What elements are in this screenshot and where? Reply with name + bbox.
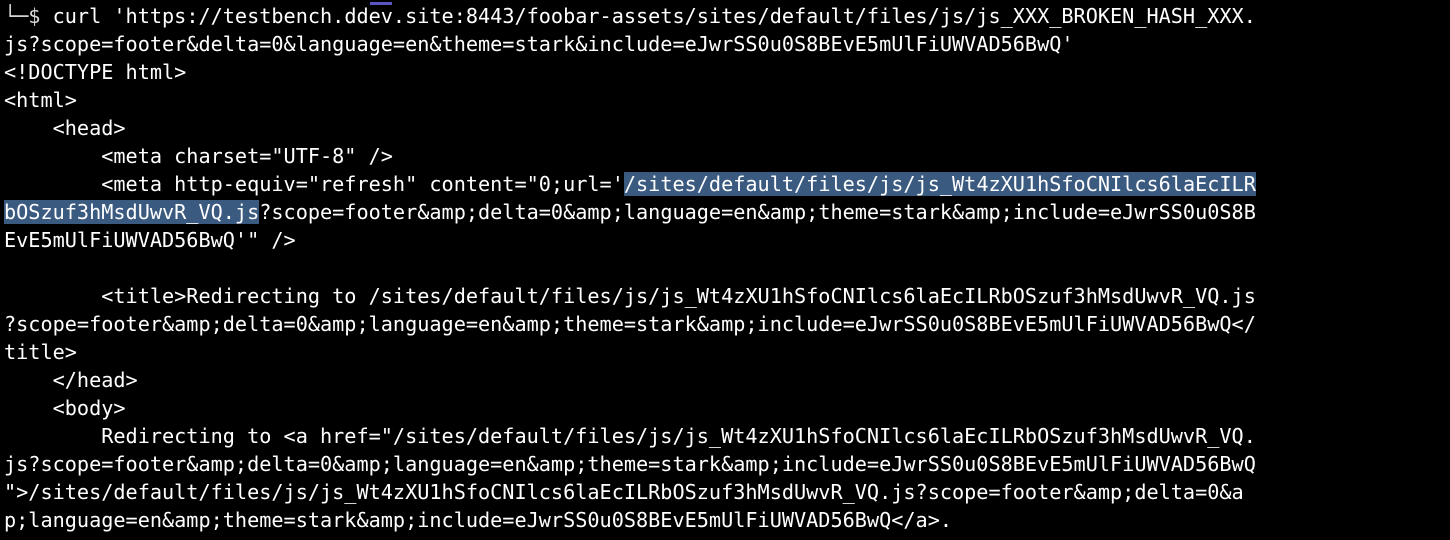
output-line: js?scope=footer&amp;delta=0&amp;language… bbox=[4, 452, 1256, 476]
output-line: <meta http-equiv="refresh" content="0;ur… bbox=[0, 170, 1450, 198]
previous-output-fragment bbox=[370, 2, 392, 5]
output-line: bOSzuf3hMsdUwvR_VQ.js?scope=footer&amp;d… bbox=[0, 198, 1450, 226]
terminal-window[interactable]: └─$ curl 'https://testbench.ddev.site:84… bbox=[0, 2, 1450, 540]
selected-text[interactable]: bOSzuf3hMsdUwvR_VQ.js bbox=[4, 200, 260, 224]
command-line-continued: js?scope=footer&delta=0&language=en&them… bbox=[4, 32, 1074, 56]
output-line: <title>Redirecting to /sites/default/fil… bbox=[4, 284, 1256, 308]
output-line: <head> bbox=[4, 116, 126, 140]
command-line: └─$ curl 'https://testbench.ddev.site:84… bbox=[0, 2, 1450, 30]
output-line: ">/sites/default/files/js/js_Wt4zXU1hSfo… bbox=[4, 480, 1244, 504]
output-line: <html> bbox=[4, 88, 77, 112]
output-text: <meta http-equiv="refresh" content="0;ur… bbox=[4, 172, 624, 196]
output-line: Redirecting to <a href="/sites/default/f… bbox=[4, 424, 1256, 448]
prompt-symbol: └─$ bbox=[4, 4, 41, 28]
output-text: ?scope=footer&amp;delta=0&amp;language=e… bbox=[259, 200, 1256, 224]
output-line: EvE5mUlFiUWVAD56BwQ'" /> bbox=[4, 228, 296, 252]
command-text: curl 'https://testbench.ddev.site:8443/f… bbox=[40, 4, 1256, 28]
output-line: <meta charset="UTF-8" /> bbox=[4, 144, 393, 168]
output-line: <body> bbox=[4, 396, 126, 420]
output-line: p;language=en&amp;theme=stark&amp;includ… bbox=[4, 508, 953, 532]
output-line: title> bbox=[4, 340, 77, 364]
selected-text[interactable]: /sites/default/files/js/js_Wt4zXU1hSfoCN… bbox=[623, 172, 1256, 196]
output-line: <!DOCTYPE html> bbox=[4, 60, 187, 84]
output-line: ?scope=footer&amp;delta=0&amp;language=e… bbox=[4, 312, 1256, 336]
output-line: </head> bbox=[4, 368, 138, 392]
